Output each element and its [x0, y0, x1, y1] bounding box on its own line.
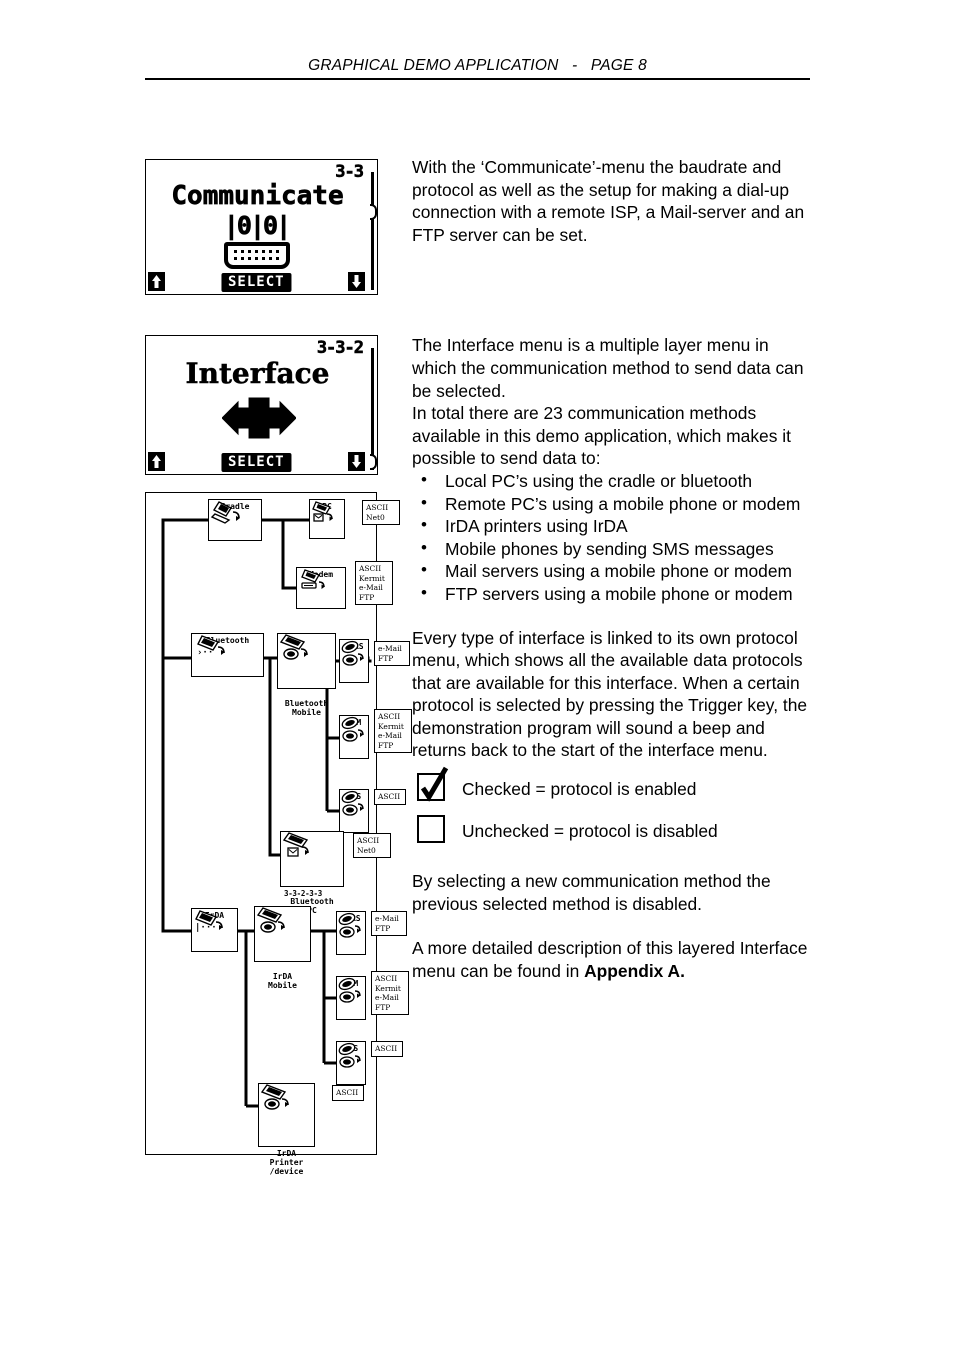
tree-node-irda-printer-label: IrDA Printer /device	[269, 1149, 304, 1176]
legend-checked: Checked = protocol is enabled	[412, 766, 812, 806]
interface-menu-tree-diagram: Cradle PC ASCII Net0	[145, 492, 412, 1176]
connector-plug-shape	[223, 242, 290, 269]
lcd-title-communicate: Communicate	[171, 181, 344, 212]
tree-node-bluetooth-pc[interactable]: Bluetooth PC	[280, 831, 344, 915]
page-header-title: GRAPHICAL DEMO APPLICATION - PAGE 8	[308, 57, 647, 74]
legend-unchecked: Unchecked = protocol is disabled	[412, 814, 812, 848]
body-text-column: With the ‘Communicate’-menu the baudrate…	[412, 156, 812, 982]
tree-menu-code-bluetooth-pc: 3-3-2-3-3	[284, 889, 322, 898]
paragraph-appendix-ref: A more detailed description of this laye…	[412, 937, 812, 982]
list-item: Mobile phones by sending SMS messages	[412, 537, 812, 561]
lcd-scroll-knob-communicate[interactable]	[370, 204, 377, 220]
checked-checkbox-icon	[417, 766, 449, 802]
tree-protocols-pc: ASCII Net0	[362, 500, 400, 525]
tree-node-bluetooth-sms[interactable]: SMS	[339, 789, 369, 833]
tree-protocols-irda-gprs: e-Mail FTP	[371, 911, 407, 936]
list-item: Mail servers using a mobile phone or mod…	[412, 559, 812, 583]
select-button-communicate[interactable]: SELECT	[220, 273, 292, 292]
paragraph-new-method: By selecting a new communication method …	[412, 871, 771, 914]
tree-node-bluetooth-mobile-label: Bluetooth Mobile	[284, 699, 329, 717]
lcd-title-interface: Interface	[185, 357, 330, 391]
tree-node-pc[interactable]: PC	[309, 499, 345, 539]
menu-code-communicate: 3-3	[335, 162, 364, 183]
appendix-ref-bold: Appendix A.	[584, 960, 685, 981]
connector-bits-label: |0|0|	[223, 211, 291, 240]
tree-node-modem[interactable]: Modem	[296, 567, 346, 609]
communication-methods-list: Local PC’s using the cradle or bluetooth…	[412, 469, 812, 606]
paragraph-23-methods: In total there are 23 communication meth…	[412, 403, 791, 469]
arrow-up-icon[interactable]	[148, 452, 165, 471]
tree-node-irda[interactable]: |··· IrDA	[191, 908, 238, 952]
lcd-screen-communicate: 3-3 Communicate |0|0| SELECT	[145, 159, 378, 295]
arrow-up-icon[interactable]	[148, 272, 165, 291]
lcd-bottom-bar-communicate: SELECT	[148, 272, 373, 292]
tree-node-cradle[interactable]: Cradle	[208, 499, 262, 541]
tree-node-bluetooth-gsm[interactable]: GSM	[339, 715, 369, 759]
tree-protocols-bluetooth-sms: ASCII	[374, 789, 406, 805]
tree-node-irda-gprs[interactable]: GPRS	[336, 911, 366, 955]
tree-protocols-irda-sms: ASCII	[371, 1041, 403, 1057]
header-divider	[145, 78, 810, 80]
tree-node-irda-gsm[interactable]: GSM	[336, 976, 366, 1020]
tree-node-irda-mobile-label: IrDA Mobile	[268, 972, 297, 990]
list-item: Remote PC’s using a mobile phone or mode…	[412, 492, 812, 516]
svg-text:|···: |···	[195, 923, 217, 933]
tree-node-irda-printer[interactable]: IrDA Printer /device	[258, 1083, 315, 1176]
tree-node-irda-mobile[interactable]: IrDA Mobile	[254, 906, 311, 990]
bluetooth-mobile-icon	[278, 634, 335, 681]
menu-code-interface: 3-3-2	[316, 338, 365, 359]
double-arrow-icon	[220, 396, 297, 440]
irda-mobile-icon	[255, 907, 310, 954]
tree-protocols-bluetooth-pc: ASCII Net0	[353, 833, 391, 858]
tree-node-bluetooth-mobile[interactable]: Bluetooth Mobile	[277, 633, 336, 717]
tree-protocols-irda-printer: ASCII	[332, 1085, 364, 1101]
tree-node-bluetooth-gprs[interactable]: GPRS	[339, 639, 369, 683]
paragraph-protocol-menu: Every type of interface is linked to its…	[412, 627, 808, 761]
tree-protocols-modem: ASCII Kermit e-Mail FTP	[355, 561, 393, 605]
arrow-down-icon[interactable]	[348, 272, 365, 291]
lcd-screen-interface: 3-3-2 Interface SELECT	[145, 335, 378, 475]
tree-protocols-bluetooth-gsm: ASCII Kermit e-Mail FTP	[374, 709, 412, 753]
tree-node-bluetooth[interactable]: ›·· Bluetooth	[191, 633, 264, 677]
paragraph-interface-menu: The Interface menu is a multiple layer m…	[412, 335, 804, 401]
tree-protocols-bluetooth-gprs: e-Mail FTP	[374, 641, 410, 666]
legend-checked-label: Checked = protocol is enabled	[462, 779, 697, 800]
list-item: Local PC’s using the cradle or bluetooth	[412, 469, 812, 493]
select-button-interface[interactable]: SELECT	[220, 453, 292, 472]
paragraph-communicate-menu: With the ‘Communicate’-menu the baudrate…	[412, 157, 805, 245]
lcd-bottom-bar-interface: SELECT	[148, 452, 373, 472]
list-item: IrDA printers using IrDA	[412, 514, 812, 538]
legend-unchecked-label: Unchecked = protocol is disabled	[462, 821, 718, 842]
irda-printer-icon	[259, 1084, 314, 1131]
list-item: FTP servers using a mobile phone or mode…	[412, 582, 812, 606]
tree-node-irda-sms[interactable]: SMS	[336, 1041, 366, 1085]
arrow-down-icon[interactable]	[348, 452, 365, 471]
svg-text:›··: ›··	[197, 648, 213, 658]
page-header: GRAPHICAL DEMO APPLICATION - PAGE 8	[145, 56, 810, 90]
bluetooth-pc-icon	[281, 832, 343, 879]
unchecked-checkbox-icon	[417, 815, 445, 844]
tree-protocols-irda-gsm: ASCII Kermit e-Mail FTP	[371, 971, 409, 1015]
serial-connector-icon: |0|0|	[146, 211, 367, 269]
